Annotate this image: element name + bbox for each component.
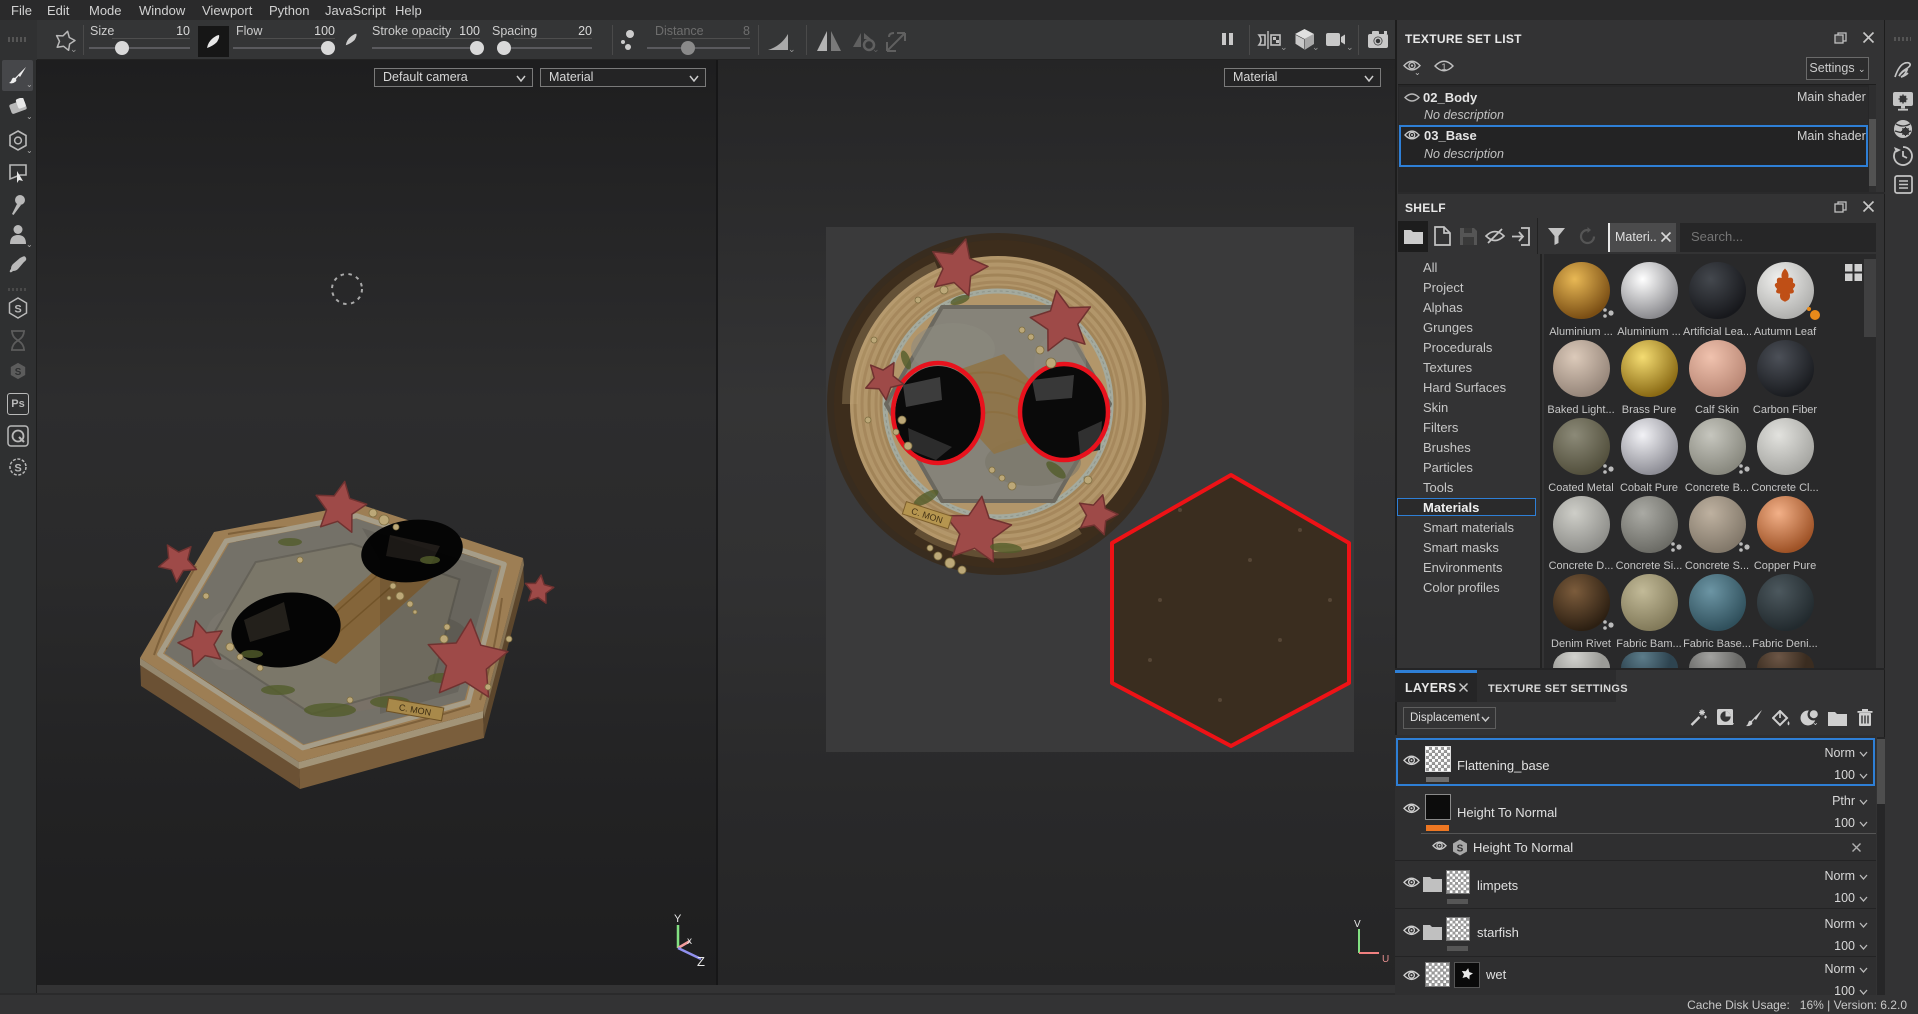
svg-text:S: S: [1457, 844, 1464, 855]
svg-text:S: S: [15, 367, 22, 378]
svg-text:S: S: [14, 463, 21, 475]
svg-text:1: 1: [1441, 62, 1446, 73]
svg-text:S: S: [14, 304, 21, 316]
